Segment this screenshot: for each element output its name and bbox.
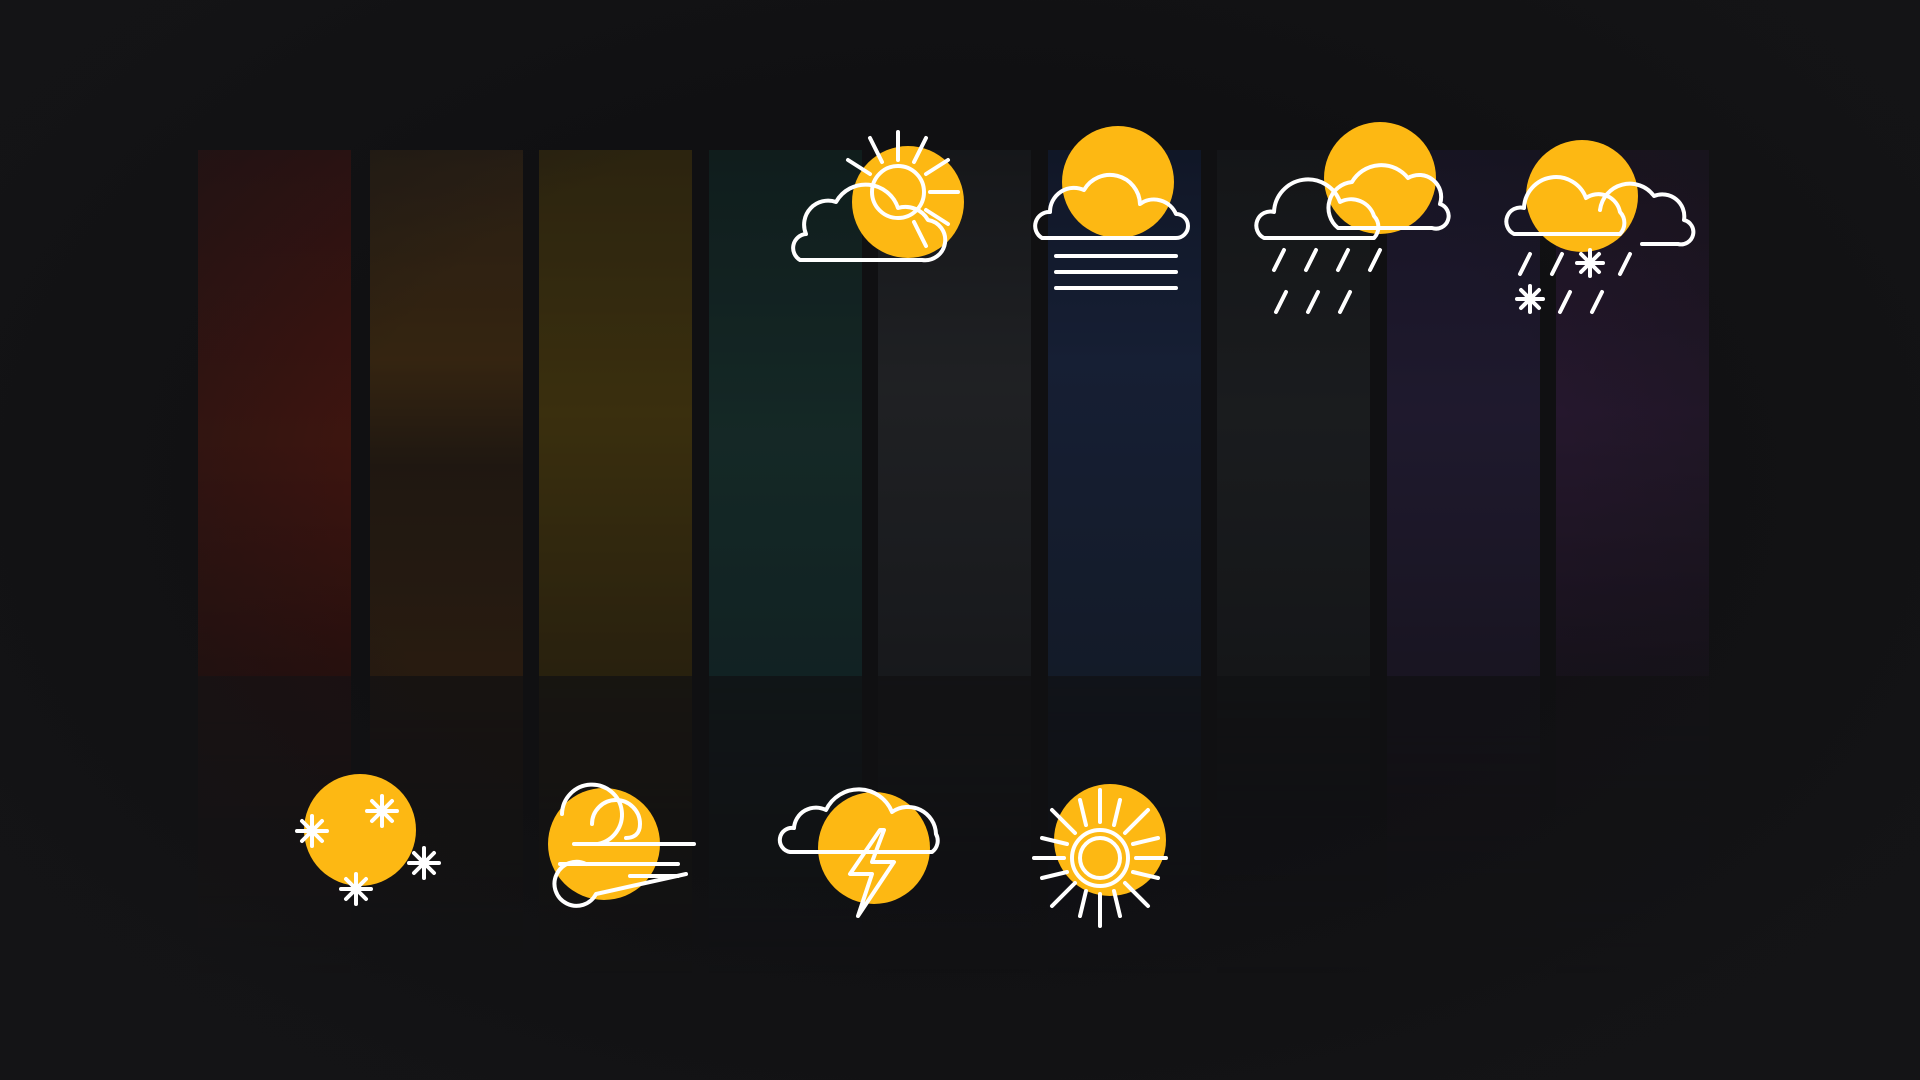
sleet-icon bbox=[1504, 140, 1696, 314]
thunderstorm-icon bbox=[777, 787, 940, 918]
partly-sunny-icon bbox=[791, 130, 964, 263]
sunny-icon bbox=[1032, 784, 1168, 928]
snow-icon bbox=[295, 774, 441, 906]
fog-icon bbox=[1033, 126, 1190, 290]
wind-icon bbox=[548, 782, 696, 908]
rain-icon bbox=[1254, 122, 1451, 314]
weather-icon-showcase bbox=[0, 0, 1920, 1080]
